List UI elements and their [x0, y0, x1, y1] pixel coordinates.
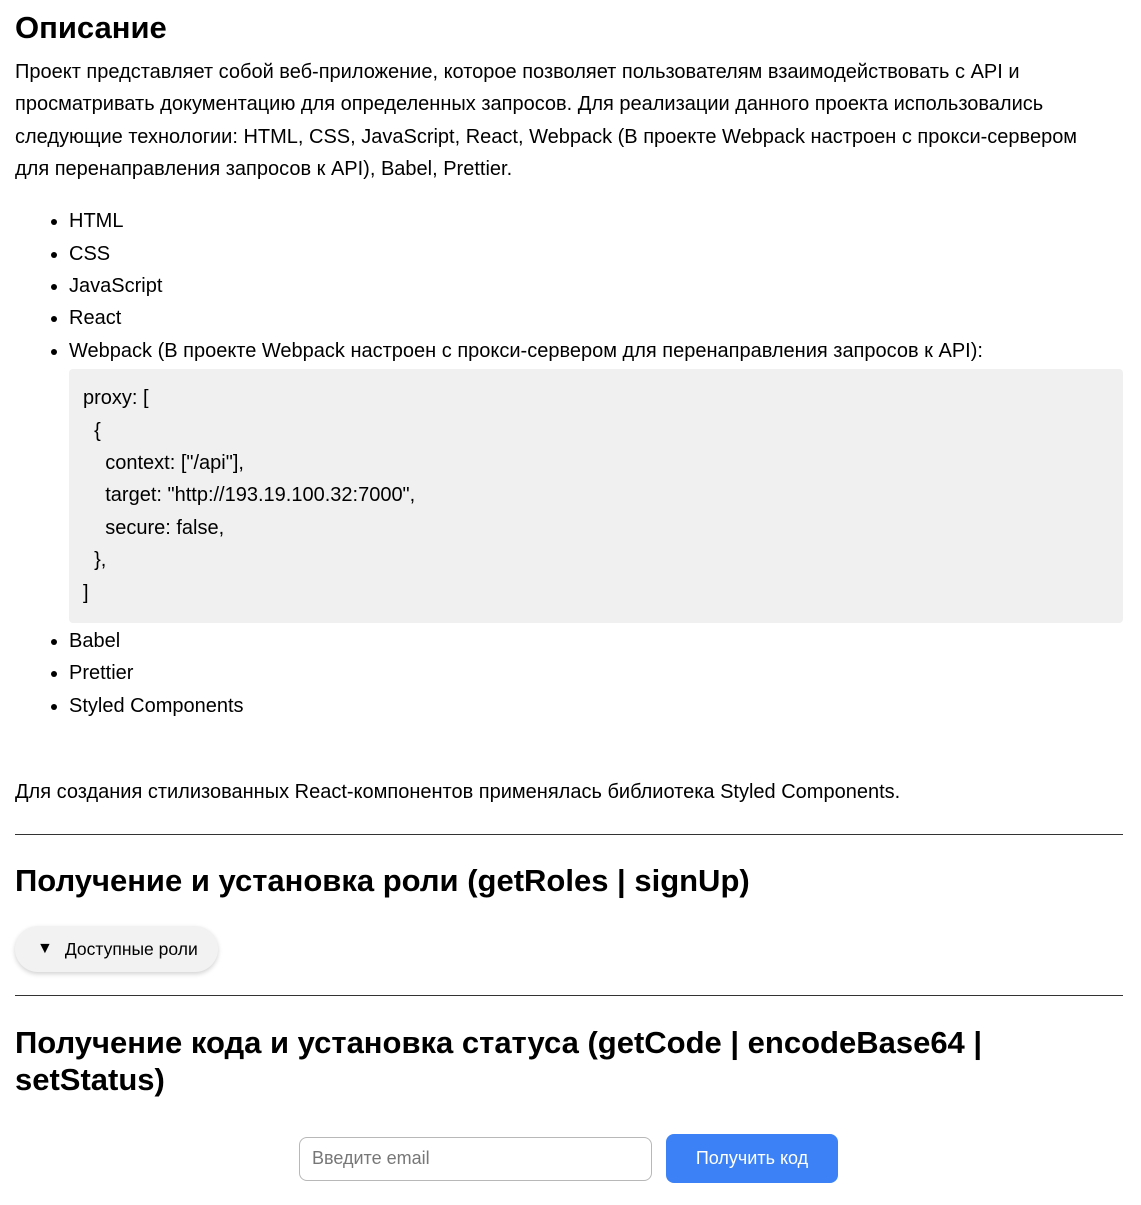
list-item-webpack: Webpack (В проекте Webpack настроен с пр…: [69, 335, 1123, 624]
styled-components-note: Для создания стилизованных React-компоне…: [15, 781, 901, 804]
get-code-button[interactable]: Получить код: [666, 1134, 838, 1183]
list-item-prettier: Prettier: [69, 657, 1123, 689]
technology-list: HTML CSS JavaScript React Webpack (В про…: [15, 205, 1123, 722]
description-heading: Описание: [15, 10, 167, 45]
list-item-html: HTML: [69, 205, 1123, 237]
get-code-form: Получить код: [299, 1134, 838, 1183]
available-roles-toggle[interactable]: ▼ Доступные роли: [15, 926, 218, 973]
available-roles-label: Доступные роли: [64, 939, 198, 960]
description-intro: Проект представляет собой веб-приложение…: [15, 61, 1078, 180]
list-item-javascript: JavaScript: [69, 270, 1123, 302]
section-divider: [15, 834, 1123, 836]
list-item-babel: Babel: [69, 625, 1123, 657]
code-status-heading: Получение кода и установка статуса (getC…: [15, 1025, 983, 1098]
email-input[interactable]: [299, 1136, 652, 1181]
list-item-css: CSS: [69, 238, 1123, 270]
roles-heading: Получение и установка роли (getRoles | s…: [15, 863, 750, 899]
list-item-styled-components: Styled Components: [69, 690, 1123, 722]
section-divider: [15, 995, 1123, 997]
webpack-label: Webpack (В проекте Webpack настроен с пр…: [69, 339, 983, 362]
webpack-proxy-code-block: proxy: [ { context: ["/api"], target: "h…: [69, 369, 1123, 624]
readme-page: Описание Проект представляет собой веб-п…: [0, 0, 1141, 1098]
triangle-down-icon: ▼: [37, 940, 53, 958]
list-item-react: React: [69, 302, 1123, 334]
